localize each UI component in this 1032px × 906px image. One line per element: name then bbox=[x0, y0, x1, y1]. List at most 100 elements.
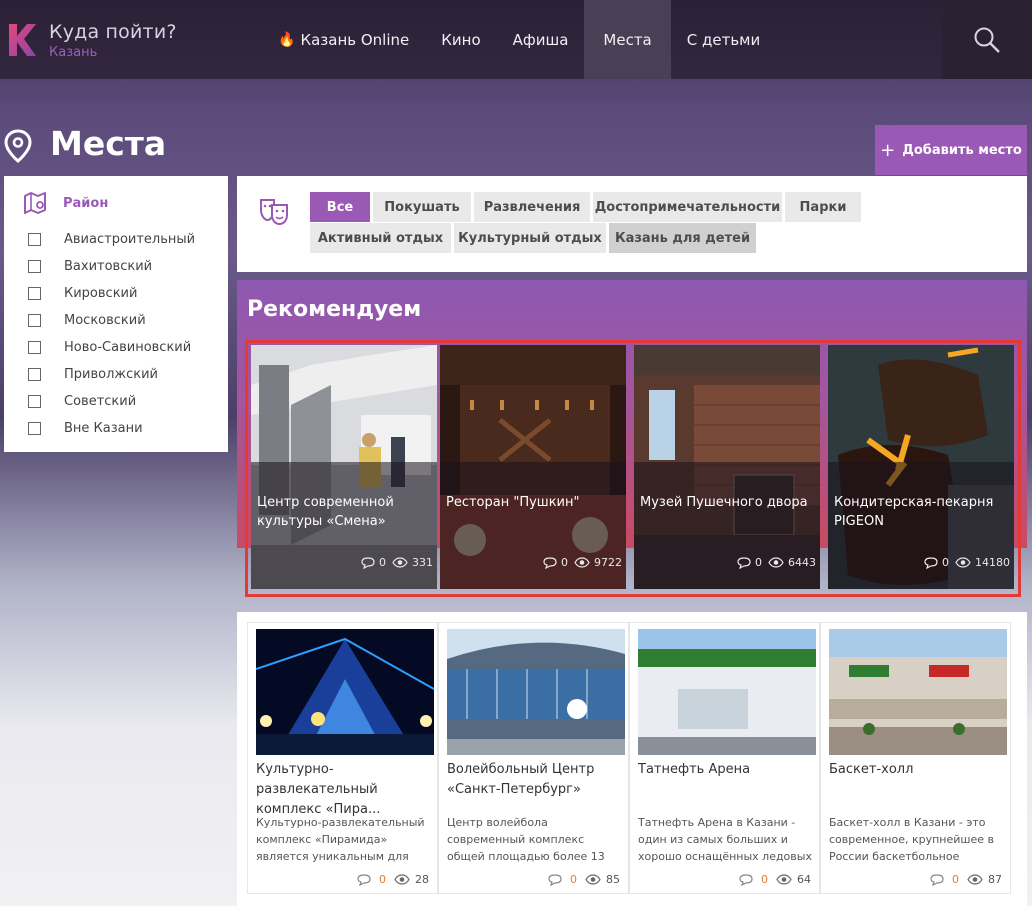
district-label: Ново-Савиновский bbox=[64, 340, 192, 355]
recommended-card[interactable]: Кондитерская-пекарня PIGEON 0 14180 bbox=[828, 345, 1014, 589]
eye-icon bbox=[394, 874, 410, 885]
view-count: 87 bbox=[988, 873, 1002, 886]
card-overlay bbox=[634, 462, 820, 589]
logo-k-icon[interactable] bbox=[7, 22, 37, 58]
view-count: 64 bbox=[797, 873, 811, 886]
filter-chip-parks[interactable]: Парки bbox=[785, 192, 861, 222]
card-stats: 0 87 bbox=[930, 873, 1002, 886]
district-item[interactable]: Кировский bbox=[28, 280, 195, 307]
comment-icon bbox=[930, 873, 944, 886]
filter-chip-active-rest[interactable]: Активный отдых bbox=[310, 223, 451, 253]
district-item[interactable]: Вне Казани bbox=[28, 415, 195, 442]
card-stats: 0 85 bbox=[548, 873, 620, 886]
nav-mesta[interactable]: Места bbox=[584, 0, 671, 79]
place-photo bbox=[829, 629, 1007, 755]
view-count: 14180 bbox=[975, 556, 1010, 569]
nav-label: Кино bbox=[441, 30, 481, 49]
filter-chip-sights[interactable]: Достопримечательности bbox=[593, 192, 782, 222]
checkbox[interactable] bbox=[28, 314, 41, 327]
nav-afisha[interactable]: Афиша bbox=[497, 0, 585, 79]
place-photo bbox=[256, 629, 434, 755]
comment-icon bbox=[739, 873, 753, 886]
main-nav: 🔥 Казань Online Кино Афиша Места С детьми bbox=[262, 0, 776, 79]
recommended-card[interactable]: Ресторан "Пушкин" 0 9722 bbox=[440, 345, 626, 589]
brand-city[interactable]: Казань bbox=[49, 45, 97, 60]
district-item[interactable]: Советский bbox=[28, 388, 195, 415]
district-filter-sidebar: Район Авиастроительный Вахитовский Киров… bbox=[4, 176, 228, 452]
filter-chip-kids[interactable]: Казань для детей bbox=[609, 223, 756, 253]
nav-label: Казань Online bbox=[300, 30, 410, 49]
place-card[interactable]: Татнефть Арена Татнефть Арена в Казани -… bbox=[629, 622, 820, 894]
add-place-button[interactable]: + Добавить место bbox=[875, 125, 1027, 175]
nav-label: С детьми bbox=[686, 30, 761, 49]
district-item[interactable]: Авиастроительный bbox=[28, 226, 195, 253]
card-stats: 0 6443 bbox=[731, 556, 816, 569]
checkbox[interactable] bbox=[28, 233, 41, 246]
card-stats: 0 28 bbox=[357, 873, 429, 886]
top-navigation-bar: Куда пойти? Казань 🔥 Казань Online Кино А… bbox=[0, 0, 1032, 79]
district-label: Советский bbox=[64, 394, 137, 409]
filter-chip-cultural-rest[interactable]: Культурный отдых bbox=[454, 223, 606, 253]
district-item[interactable]: Ново-Савиновский bbox=[28, 334, 195, 361]
checkbox[interactable] bbox=[28, 260, 41, 273]
view-count: 331 bbox=[412, 556, 433, 569]
comment-count: 0 bbox=[379, 873, 386, 886]
filter-chip-food[interactable]: Покушать bbox=[373, 192, 471, 222]
place-title[interactable]: Культурно-развлекательный комплекс «Пира… bbox=[256, 760, 434, 820]
district-item[interactable]: Приволжский bbox=[28, 361, 195, 388]
district-item[interactable]: Московский bbox=[28, 307, 195, 334]
place-card[interactable]: Волейбольный Центр «Санкт-Петербург» Цен… bbox=[438, 622, 629, 894]
fire-icon: 🔥 bbox=[278, 31, 296, 48]
place-photo bbox=[638, 629, 816, 755]
place-description: Культурно-развлекательный комплекс «Пира… bbox=[256, 816, 425, 863]
map-icon bbox=[24, 192, 46, 214]
nav-s-detmi[interactable]: С детьми bbox=[671, 0, 776, 79]
search-button[interactable] bbox=[942, 0, 1032, 79]
comment-icon bbox=[357, 873, 371, 886]
place-card[interactable]: Баскет-холл Баскет-холл в Казани - это с… bbox=[820, 622, 1011, 894]
filter-chip-all[interactable]: Все bbox=[310, 192, 370, 222]
place-title[interactable]: Волейбольный Центр «Санкт-Петербург» bbox=[447, 760, 625, 800]
place-description: Баскет-холл в Казани - это современное, … bbox=[829, 816, 994, 863]
recommended-name: Центр современной культуры «Смена» bbox=[257, 495, 394, 529]
category-filter-panel: Все Покушать Развлечения Достопримечател… bbox=[237, 176, 1027, 272]
recommended-card[interactable]: Музей Пушечного двора 0 6443 bbox=[634, 345, 820, 589]
district-item[interactable]: Вахитовский bbox=[28, 253, 195, 280]
comment-count: 0 bbox=[942, 556, 949, 569]
nav-kazan-online[interactable]: 🔥 Казань Online bbox=[262, 0, 425, 79]
place-title[interactable]: Баскет-холл bbox=[829, 760, 1007, 780]
district-heading-label: Район bbox=[63, 195, 109, 211]
place-title[interactable]: Татнефть Арена bbox=[638, 760, 816, 780]
district-label: Московский bbox=[64, 313, 146, 328]
eye-icon bbox=[768, 557, 784, 568]
checkbox[interactable] bbox=[28, 368, 41, 381]
theater-masks-icon bbox=[260, 199, 288, 226]
comment-count: 0 bbox=[952, 873, 959, 886]
comment-icon bbox=[361, 556, 375, 569]
nav-label: Места bbox=[603, 30, 652, 49]
brand-title[interactable]: Куда пойти? bbox=[49, 21, 177, 43]
comment-icon bbox=[548, 873, 562, 886]
comment-count: 0 bbox=[570, 873, 577, 886]
comment-count: 0 bbox=[561, 556, 568, 569]
district-label: Авиастроительный bbox=[64, 232, 196, 247]
place-card[interactable]: Культурно-развлекательный комплекс «Пира… bbox=[247, 622, 438, 894]
place-photo bbox=[447, 629, 625, 755]
card-overlay bbox=[440, 462, 626, 589]
comment-icon bbox=[543, 556, 557, 569]
eye-icon bbox=[967, 874, 983, 885]
place-description: Татнефть Арена в Казани - один из самых … bbox=[638, 816, 812, 863]
recommended-card[interactable]: Центр современной культуры «Смена» 0 331 bbox=[251, 345, 437, 589]
district-label: Кировский bbox=[64, 286, 138, 301]
comment-count: 0 bbox=[761, 873, 768, 886]
checkbox[interactable] bbox=[28, 395, 41, 408]
filter-chip-entertainment[interactable]: Развлечения bbox=[474, 192, 590, 222]
plus-icon: + bbox=[880, 139, 896, 161]
checkbox[interactable] bbox=[28, 287, 41, 300]
comment-icon bbox=[924, 556, 938, 569]
card-stats: 0 9722 bbox=[537, 556, 622, 569]
checkbox[interactable] bbox=[28, 341, 41, 354]
district-list: Авиастроительный Вахитовский Кировский М… bbox=[28, 226, 195, 442]
checkbox[interactable] bbox=[28, 422, 41, 435]
nav-kino[interactable]: Кино bbox=[425, 0, 496, 79]
